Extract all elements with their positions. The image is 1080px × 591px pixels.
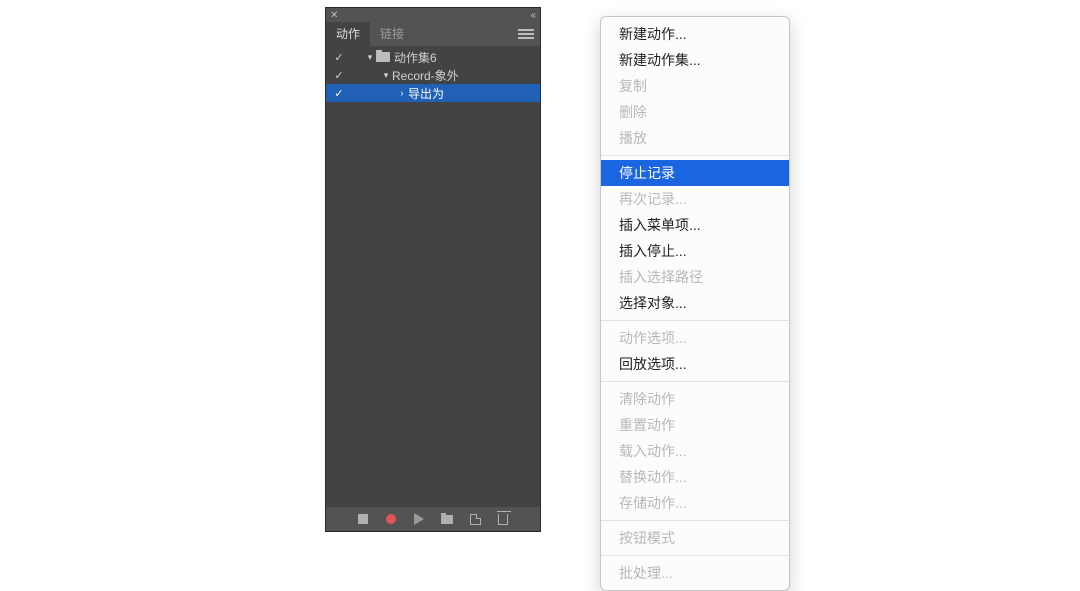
- tree-row-label: Record-象外: [392, 67, 459, 84]
- menu-item[interactable]: 新建动作集...: [601, 47, 789, 73]
- menu-item: 播放: [601, 125, 789, 151]
- tree-row-label: 动作集6: [394, 49, 437, 66]
- toggle-check[interactable]: ✓: [330, 69, 348, 82]
- actions-tree[interactable]: ✓▾动作集6✓▾Record-象外✓›导出为: [326, 46, 540, 507]
- menu-item: 插入选择路径: [601, 264, 789, 290]
- menu-separator: [601, 155, 789, 156]
- delete-button[interactable]: [496, 512, 510, 526]
- menu-item: 复制: [601, 73, 789, 99]
- tab-actions[interactable]: 动作: [326, 22, 370, 46]
- record-button[interactable]: [384, 512, 398, 526]
- actions-panel: ✕ « 动作 链接 ✓▾动作集6✓▾Record-象外✓›导出为: [325, 7, 541, 532]
- new-action-button[interactable]: [468, 512, 482, 526]
- panel-menu-icon[interactable]: [518, 26, 534, 42]
- menu-separator: [601, 520, 789, 521]
- menu-item: 清除动作: [601, 386, 789, 412]
- menu-item[interactable]: 选择对象...: [601, 290, 789, 316]
- menu-item: 按钮模式: [601, 525, 789, 551]
- stop-button[interactable]: [356, 512, 370, 526]
- menu-item[interactable]: 新建动作...: [601, 21, 789, 47]
- menu-item: 载入动作...: [601, 438, 789, 464]
- menu-item: 再次记录...: [601, 186, 789, 212]
- close-icon[interactable]: ✕: [330, 10, 338, 21]
- tree-row[interactable]: ✓ ▾ 动作集6: [326, 48, 540, 66]
- menu-item: 重置动作: [601, 412, 789, 438]
- menu-item[interactable]: 停止记录: [601, 160, 789, 186]
- play-button[interactable]: [412, 512, 426, 526]
- menu-item: 替换动作...: [601, 464, 789, 490]
- panel-tabs: 动作 链接: [326, 22, 540, 46]
- menu-separator: [601, 555, 789, 556]
- menu-item: 删除: [601, 99, 789, 125]
- tree-row[interactable]: ✓ ›导出为: [326, 84, 540, 102]
- toggle-check[interactable]: ✓: [330, 51, 348, 64]
- menu-item[interactable]: 插入停止...: [601, 238, 789, 264]
- menu-item[interactable]: 插入菜单项...: [601, 212, 789, 238]
- panel-footer: [326, 507, 540, 531]
- menu-separator: [601, 320, 789, 321]
- folder-icon: [376, 52, 390, 62]
- menu-item: 批处理...: [601, 560, 789, 586]
- menu-item: 存储动作...: [601, 490, 789, 516]
- toggle-check[interactable]: ✓: [330, 87, 348, 100]
- collapse-icon[interactable]: «: [530, 10, 536, 21]
- menu-item: 动作选项...: [601, 325, 789, 351]
- menu-separator: [601, 381, 789, 382]
- new-set-button[interactable]: [440, 512, 454, 526]
- panel-flyout-menu: 新建动作...新建动作集...复制删除播放停止记录再次记录...插入菜单项...…: [600, 16, 790, 591]
- disclosure-icon[interactable]: ›: [396, 88, 408, 98]
- disclosure-icon[interactable]: ▾: [380, 70, 392, 81]
- tree-row-label: 导出为: [408, 85, 444, 102]
- panel-titlebar[interactable]: ✕ «: [326, 8, 540, 22]
- tab-links[interactable]: 链接: [370, 22, 414, 46]
- disclosure-icon[interactable]: ▾: [364, 52, 376, 63]
- menu-item[interactable]: 回放选项...: [601, 351, 789, 377]
- tree-row[interactable]: ✓ ▾Record-象外: [326, 66, 540, 84]
